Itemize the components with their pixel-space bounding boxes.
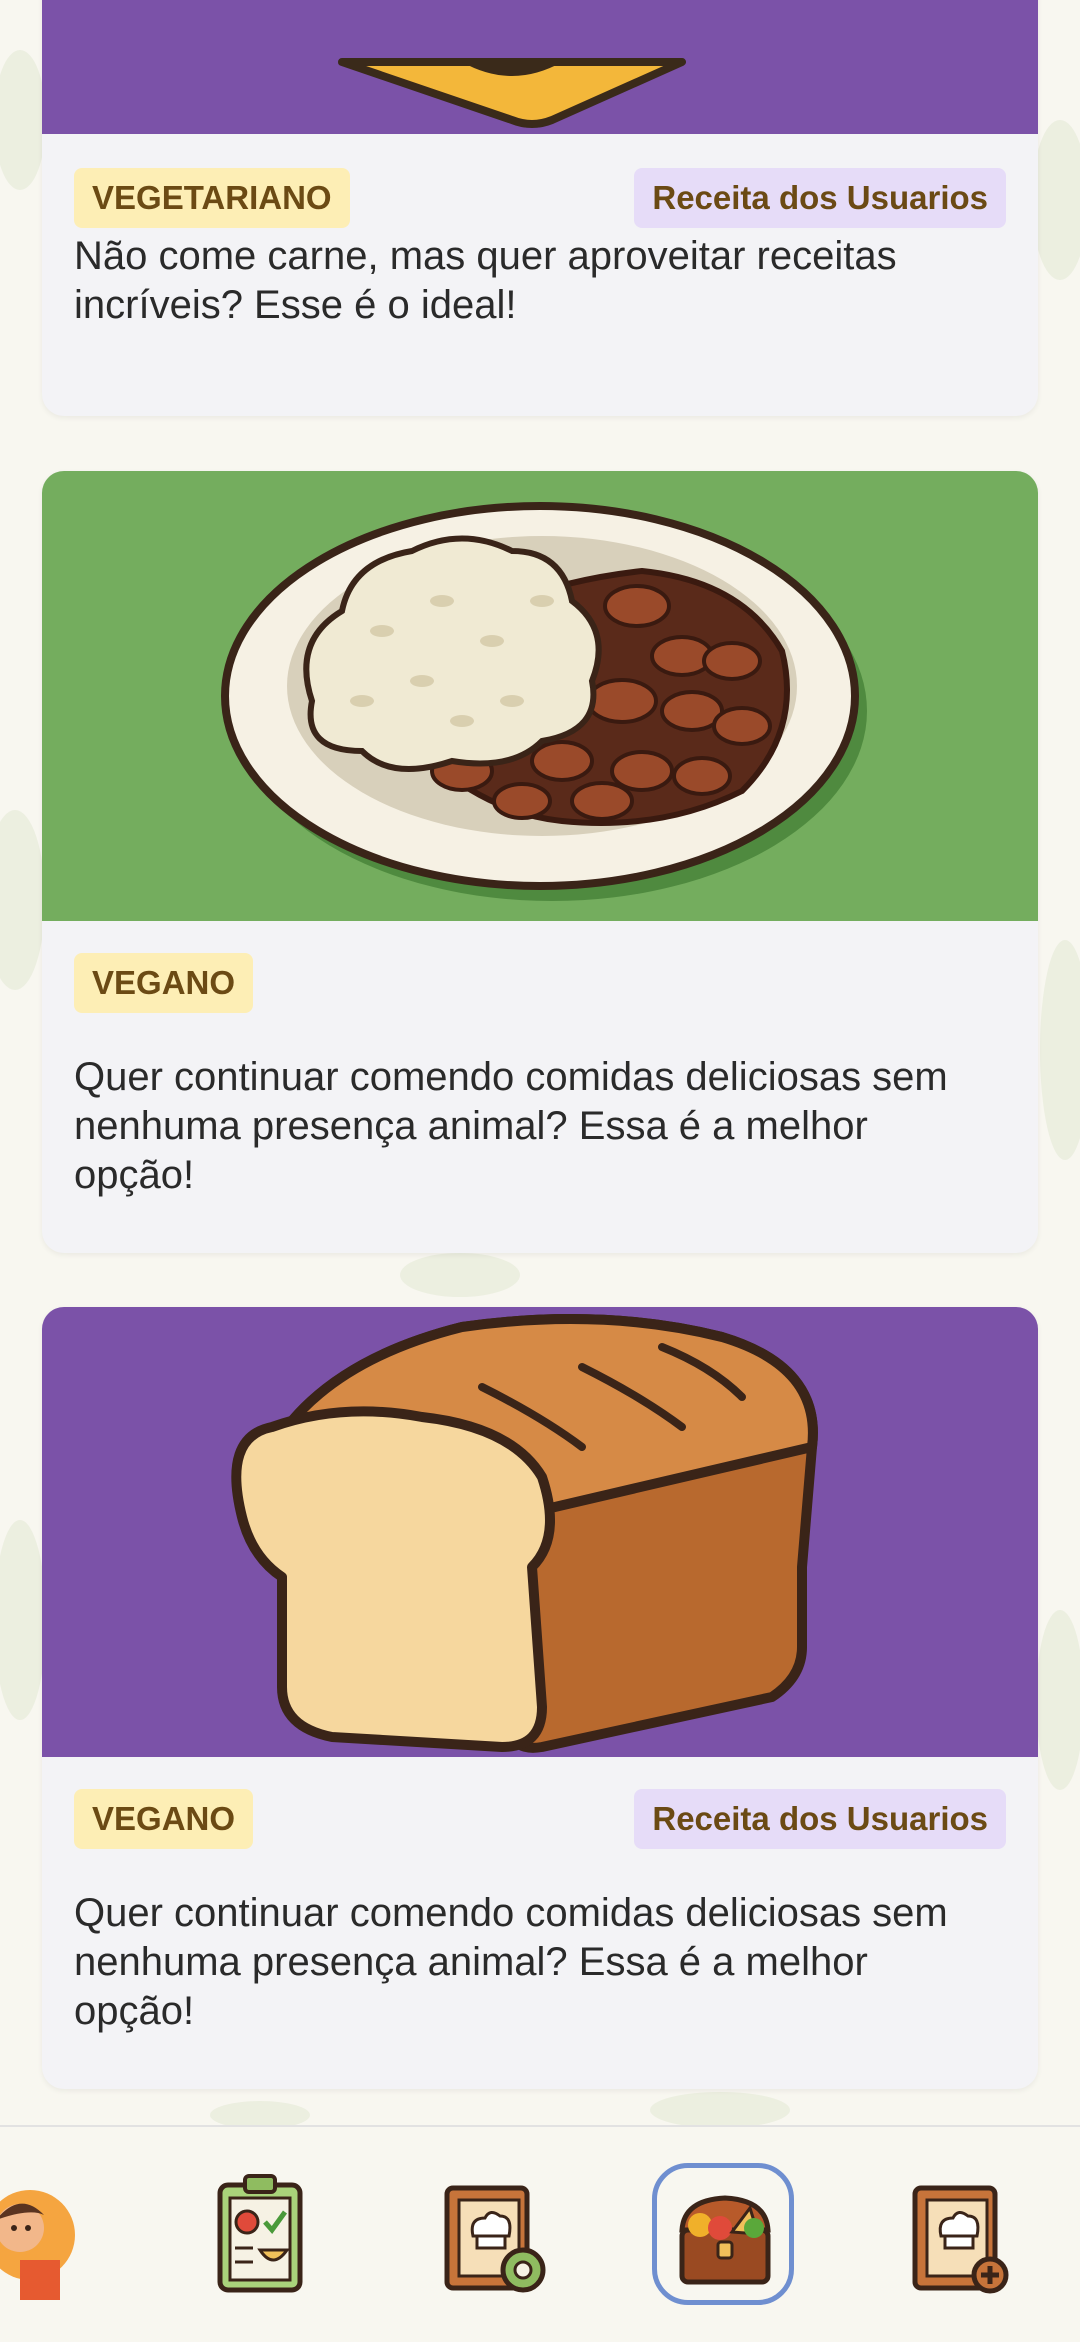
bottom-navigation xyxy=(0,2125,1080,2342)
recipe-image xyxy=(42,1307,1038,1757)
recipe-image xyxy=(42,471,1038,921)
recipe-image xyxy=(42,0,1038,134)
user-recipe-badge: Receita dos Usuarios xyxy=(634,1789,1006,1849)
recipe-card[interactable]: VEGANO Quer continuar comendo comidas de… xyxy=(42,471,1038,1253)
diet-badge: VEGANO xyxy=(74,1789,254,1849)
diet-badge: VEGETARIANO xyxy=(74,168,350,228)
food-treasure-chest-icon xyxy=(679,2194,771,2284)
user-recipe-badge: Receita dos Usuarios xyxy=(634,168,1006,228)
nav-meal-plan[interactable] xyxy=(200,2127,320,2342)
rice-and-beans-illustration xyxy=(221,502,867,901)
recipe-description: Quer continuar comendo comidas deliciosa… xyxy=(74,1891,948,2033)
nav-recipe-settings[interactable] xyxy=(430,2127,560,2342)
nav-add-recipe[interactable] xyxy=(900,2127,1020,2342)
vegetarian-dish-illustration xyxy=(338,58,686,128)
recipe-book-settings-icon xyxy=(444,2185,546,2292)
recipe-card[interactable]: VEGETARIANO Receita dos Usuarios Não com… xyxy=(42,0,1038,416)
nav-profile[interactable] xyxy=(0,2127,110,2342)
profile-avatar-icon xyxy=(0,2189,75,2300)
recipe-description: Não come carne, mas quer aproveitar rece… xyxy=(74,234,897,327)
recipe-card[interactable]: VEGANO Receita dos Usuarios Quer continu… xyxy=(42,1307,1038,2089)
recipe-description: Quer continuar comendo comidas deliciosa… xyxy=(74,1055,948,1197)
diet-badge: VEGANO xyxy=(74,953,254,1013)
add-recipe-book-icon xyxy=(912,2185,1009,2293)
meal-plan-clipboard-icon xyxy=(217,2173,303,2292)
bread-loaf-illustration xyxy=(231,1314,818,1753)
nav-food-chest[interactable] xyxy=(650,2127,800,2342)
